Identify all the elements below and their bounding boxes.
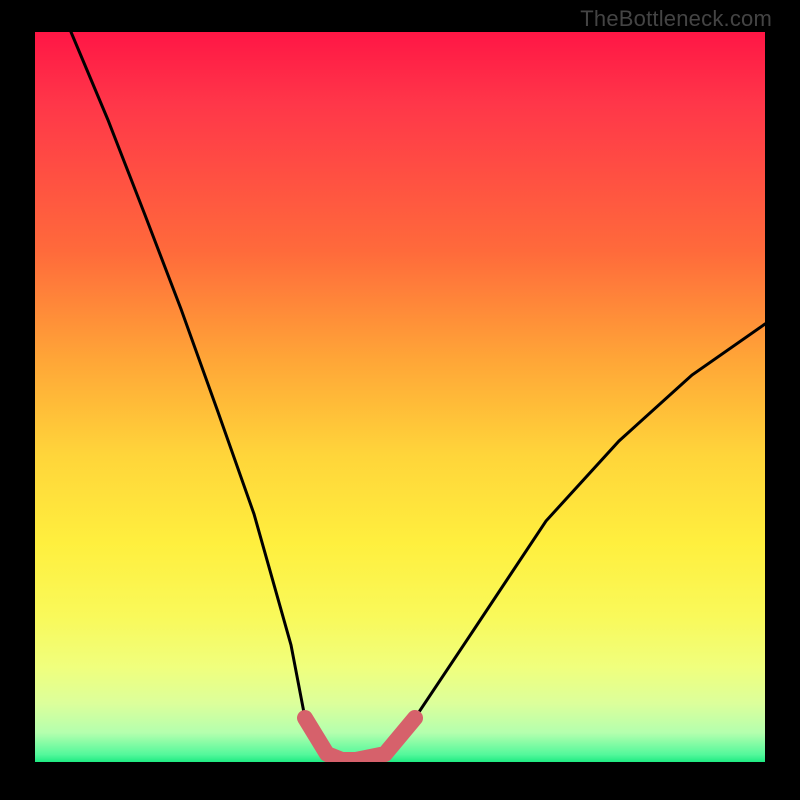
watermark-text: TheBottleneck.com: [580, 6, 772, 32]
optimal-zone-highlight: [305, 718, 415, 760]
chart-frame: TheBottleneck.com: [0, 0, 800, 800]
curve-svg: [35, 32, 765, 762]
plot-area: [35, 32, 765, 762]
bottleneck-curve: [71, 32, 765, 762]
